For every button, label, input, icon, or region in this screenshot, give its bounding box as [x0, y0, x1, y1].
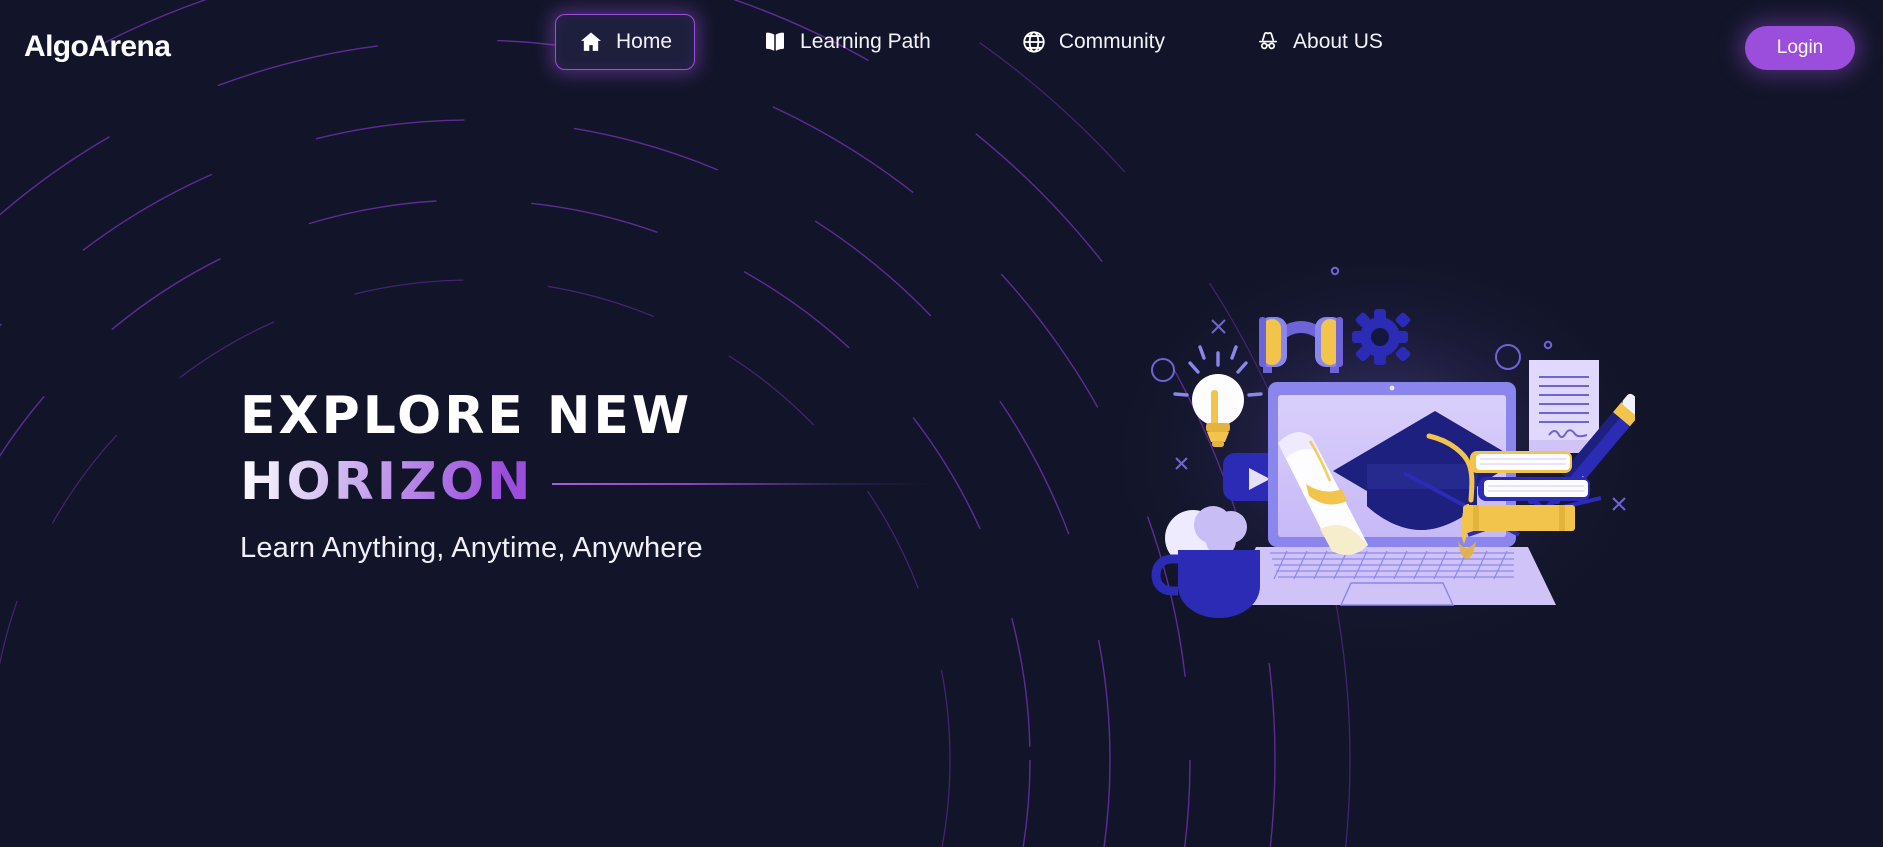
nav-item-learning-path[interactable]: Learning Path — [739, 14, 954, 70]
nav-item-about-us[interactable]: About US — [1232, 14, 1406, 70]
hero-subtitle: Learn Anything, Anytime, Anywhere — [240, 532, 703, 564]
main-navigation: Home Learning Path Community About US — [555, 14, 1406, 70]
landing-page: AlgoArena Home Learning Path Community A… — [0, 0, 1883, 847]
certificate-document-icon — [1529, 360, 1599, 453]
hero-title-line2: HORIZON — [240, 452, 534, 512]
brand-logo[interactable]: AlgoArena — [24, 30, 171, 64]
nav-item-community[interactable]: Community — [998, 14, 1188, 70]
nav-item-about-us-label: About US — [1293, 30, 1383, 53]
hero-title-line1: EXPLORE NEW — [240, 386, 693, 446]
e-learning-illustration — [1135, 260, 1635, 640]
coffee-mug-icon — [1151, 550, 1260, 618]
book-icon — [766, 32, 785, 51]
book-stack-icon — [1463, 451, 1590, 531]
hero-accent-rule — [551, 483, 932, 485]
hero-section: EXPLORE NEW HORIZON Learn Anything, Anyt… — [240, 390, 932, 565]
hero-title-row: HORIZON — [240, 456, 932, 508]
site-header: AlgoArena Home Learning Path Community A… — [0, 0, 1883, 96]
globe-icon — [1023, 31, 1045, 53]
home-icon — [581, 32, 601, 51]
nav-item-learning-path-label: Learning Path — [800, 30, 931, 53]
nav-item-home-label: Home — [616, 30, 673, 53]
login-button[interactable]: Login — [1745, 26, 1855, 70]
incognito-icon — [1259, 32, 1278, 50]
nav-item-community-label: Community — [1058, 30, 1166, 53]
nav-item-home[interactable]: Home — [555, 14, 696, 70]
gear-icon-top — [1352, 309, 1411, 365]
